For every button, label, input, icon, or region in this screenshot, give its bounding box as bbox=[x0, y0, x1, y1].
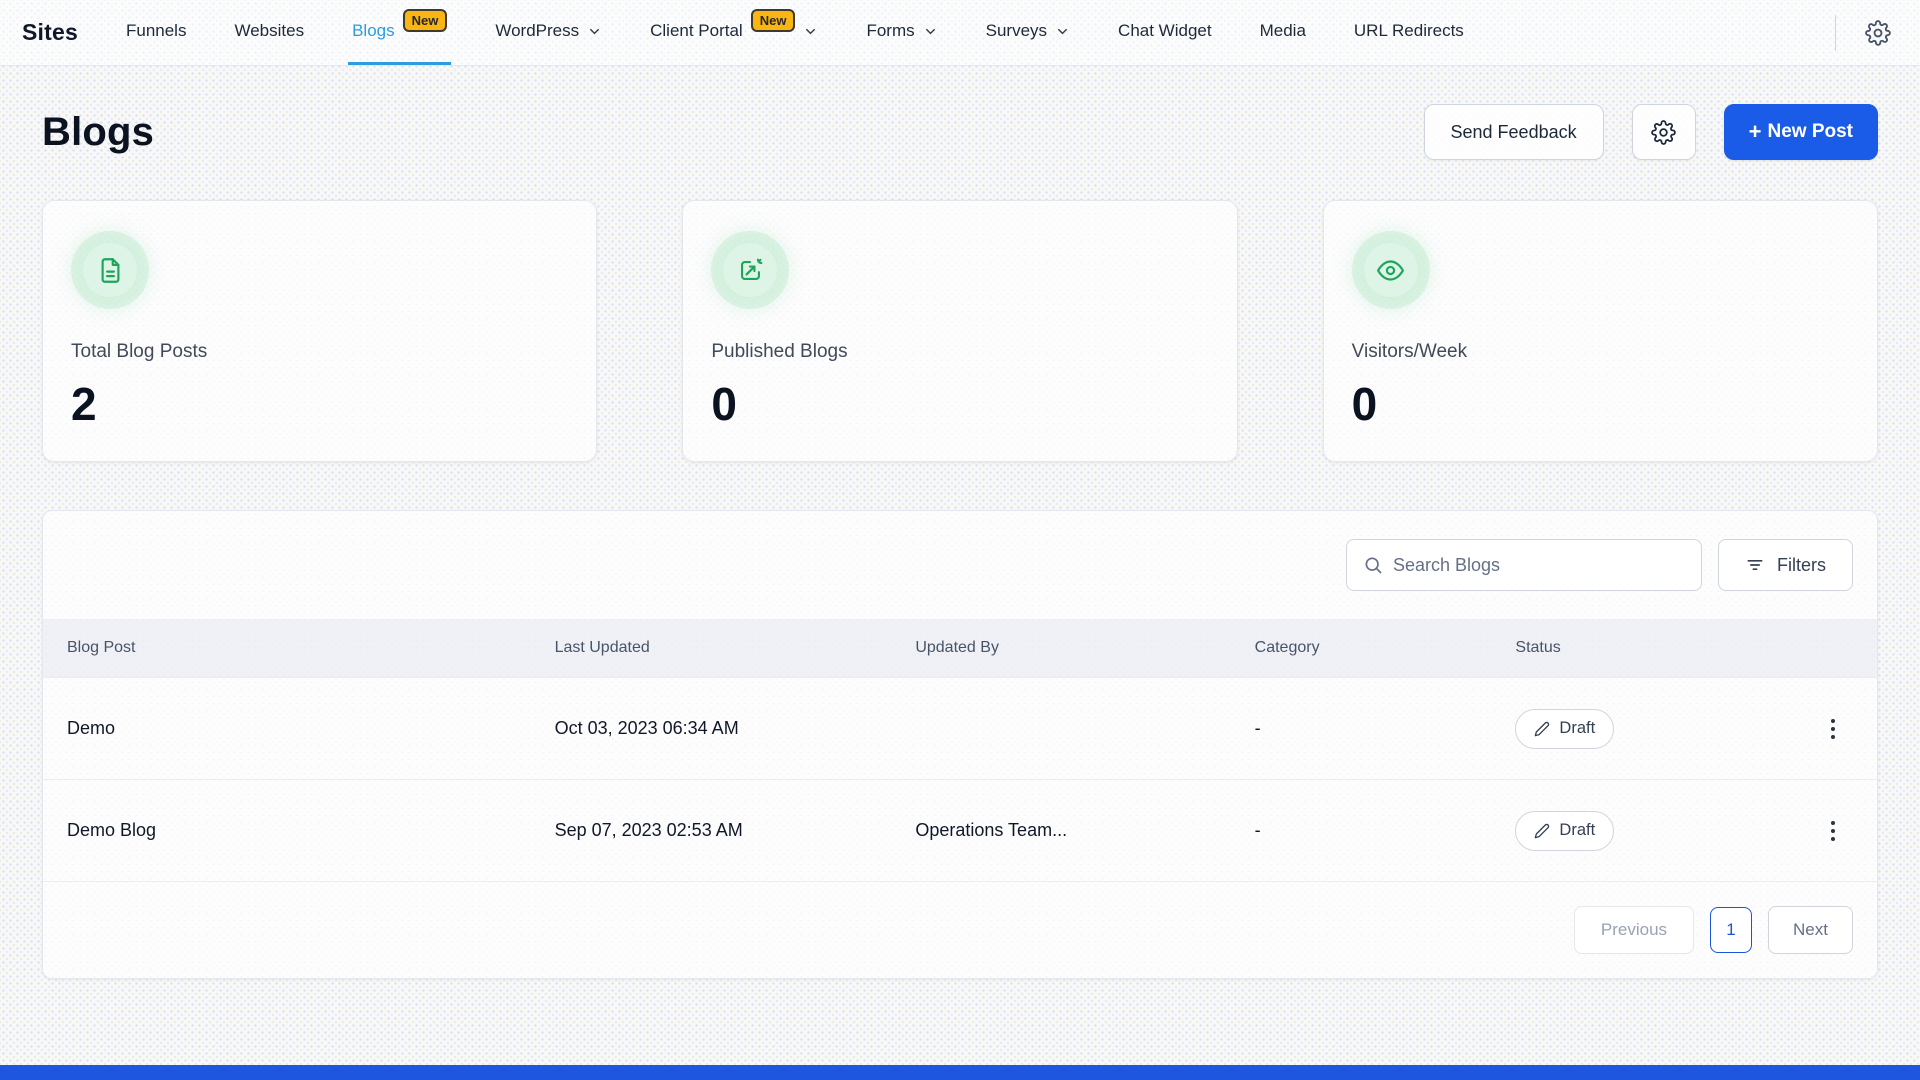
column-header-blog-post: Blog Post bbox=[67, 639, 555, 657]
nav-tab-label: Forms bbox=[866, 21, 914, 41]
nav-tabs: Funnels Websites Blogs New WordPress Cli… bbox=[122, 0, 1809, 65]
table-toolbar: Filters bbox=[43, 511, 1877, 619]
nav-tab-label: Websites bbox=[234, 21, 304, 41]
row-menu-kebab-icon[interactable] bbox=[1823, 711, 1843, 747]
nav-tab-label: Client Portal bbox=[650, 21, 743, 41]
stat-label: Published Blogs bbox=[711, 341, 1208, 363]
header-actions: Send Feedback + New Post bbox=[1424, 104, 1878, 160]
table-row[interactable]: Demo Oct 03, 2023 06:34 AM - Draft bbox=[43, 677, 1877, 779]
column-header-updated-by: Updated By bbox=[915, 639, 1254, 657]
cell-actions bbox=[1798, 711, 1853, 747]
nav-tab-url-redirects[interactable]: URL Redirects bbox=[1350, 0, 1468, 65]
column-header-status: Status bbox=[1515, 639, 1797, 657]
filters-button[interactable]: Filters bbox=[1718, 539, 1853, 591]
cell-last-updated: Sep 07, 2023 02:53 AM bbox=[555, 820, 916, 841]
cell-actions bbox=[1798, 813, 1853, 849]
nav-divider bbox=[1835, 15, 1836, 51]
cell-status: Draft bbox=[1515, 811, 1797, 851]
new-post-button[interactable]: + New Post bbox=[1724, 104, 1878, 160]
nav-tab-surveys[interactable]: Surveys bbox=[982, 0, 1074, 65]
chevron-down-icon bbox=[923, 24, 938, 39]
plus-icon: + bbox=[1749, 121, 1762, 143]
cell-category: - bbox=[1255, 718, 1516, 739]
nav-tab-media[interactable]: Media bbox=[1256, 0, 1310, 65]
stat-value: 2 bbox=[71, 377, 568, 431]
status-label: Draft bbox=[1559, 719, 1595, 738]
publish-icon bbox=[723, 243, 777, 297]
status-label: Draft bbox=[1559, 821, 1595, 840]
nav-tab-label: Chat Widget bbox=[1118, 21, 1212, 41]
nav-tab-label: Media bbox=[1260, 21, 1306, 41]
chevron-down-icon bbox=[803, 24, 818, 39]
blog-settings-button[interactable] bbox=[1632, 104, 1696, 160]
new-post-label: New Post bbox=[1767, 121, 1853, 143]
brand-sites[interactable]: Sites bbox=[22, 19, 78, 46]
stat-card-total-blog-posts: Total Blog Posts 2 bbox=[42, 200, 597, 462]
filter-lines-icon bbox=[1745, 555, 1765, 575]
nav-tab-label: WordPress bbox=[495, 21, 579, 41]
nav-tab-funnels[interactable]: Funnels bbox=[122, 0, 190, 65]
pencil-icon bbox=[1534, 823, 1550, 839]
next-page-button[interactable]: Next bbox=[1768, 906, 1853, 954]
new-badge: New bbox=[751, 9, 796, 32]
nav-settings-button[interactable] bbox=[1858, 13, 1898, 53]
search-input[interactable] bbox=[1393, 555, 1685, 576]
send-feedback-button[interactable]: Send Feedback bbox=[1424, 104, 1604, 160]
page-title: Blogs bbox=[42, 110, 154, 155]
top-nav: Sites Funnels Websites Blogs New WordPre… bbox=[0, 0, 1920, 66]
chevron-down-icon bbox=[1055, 24, 1070, 39]
table-row[interactable]: Demo Blog Sep 07, 2023 02:53 AM Operatio… bbox=[43, 779, 1877, 881]
status-badge-draft[interactable]: Draft bbox=[1515, 709, 1614, 749]
stat-value: 0 bbox=[711, 377, 1208, 431]
chevron-down-icon bbox=[587, 24, 602, 39]
file-text-icon bbox=[83, 243, 137, 297]
stat-card-visitors-week: Visitors/Week 0 bbox=[1323, 200, 1878, 462]
table-header-row: Blog Post Last Updated Updated By Catego… bbox=[43, 619, 1877, 677]
previous-page-button[interactable]: Previous bbox=[1574, 906, 1694, 954]
page-number-button[interactable]: 1 bbox=[1710, 907, 1752, 953]
nav-tab-label: URL Redirects bbox=[1354, 21, 1464, 41]
search-box bbox=[1346, 539, 1702, 591]
eye-icon bbox=[1364, 243, 1418, 297]
column-header-last-updated: Last Updated bbox=[555, 639, 916, 657]
column-header-category: Category bbox=[1255, 639, 1516, 657]
status-badge-draft[interactable]: Draft bbox=[1515, 811, 1614, 851]
nav-tab-client-portal[interactable]: Client Portal New bbox=[646, 0, 822, 65]
stats-cards: Total Blog Posts 2 Published Blogs 0 Vis… bbox=[42, 200, 1878, 462]
filters-label: Filters bbox=[1777, 555, 1826, 576]
nav-tab-label: Surveys bbox=[986, 21, 1047, 41]
stat-card-published-blogs: Published Blogs 0 bbox=[682, 200, 1237, 462]
nav-tab-label: Blogs bbox=[352, 21, 395, 41]
cell-blog-post[interactable]: Demo Blog bbox=[67, 820, 555, 841]
nav-tab-forms[interactable]: Forms bbox=[862, 0, 941, 65]
search-icon bbox=[1363, 555, 1383, 575]
cell-last-updated: Oct 03, 2023 06:34 AM bbox=[555, 718, 916, 739]
nav-tab-websites[interactable]: Websites bbox=[230, 0, 308, 65]
cell-category: - bbox=[1255, 820, 1516, 841]
stat-label: Visitors/Week bbox=[1352, 341, 1849, 363]
stat-label: Total Blog Posts bbox=[71, 341, 568, 363]
pencil-icon bbox=[1534, 721, 1550, 737]
nav-tab-blogs[interactable]: Blogs New bbox=[348, 0, 451, 65]
pagination: Previous 1 Next bbox=[43, 881, 1877, 978]
nav-tab-wordpress[interactable]: WordPress bbox=[491, 0, 606, 65]
nav-tab-chat-widget[interactable]: Chat Widget bbox=[1114, 0, 1216, 65]
cell-blog-post[interactable]: Demo bbox=[67, 718, 555, 739]
cell-updated-by: Operations Team... bbox=[915, 820, 1254, 841]
new-badge: New bbox=[403, 9, 448, 32]
stat-value: 0 bbox=[1352, 377, 1849, 431]
page-header: Blogs Send Feedback + New Post bbox=[42, 104, 1878, 160]
gear-icon bbox=[1865, 20, 1891, 46]
nav-tab-label: Funnels bbox=[126, 21, 186, 41]
gear-icon bbox=[1651, 120, 1676, 145]
nav-right bbox=[1835, 13, 1898, 53]
row-menu-kebab-icon[interactable] bbox=[1823, 813, 1843, 849]
blogs-table-card: Filters Blog Post Last Updated Updated B… bbox=[42, 510, 1878, 979]
page-content: Blogs Send Feedback + New Post Total Blo… bbox=[0, 104, 1920, 979]
bottom-blue-bar bbox=[0, 1065, 1920, 1080]
cell-status: Draft bbox=[1515, 709, 1797, 749]
